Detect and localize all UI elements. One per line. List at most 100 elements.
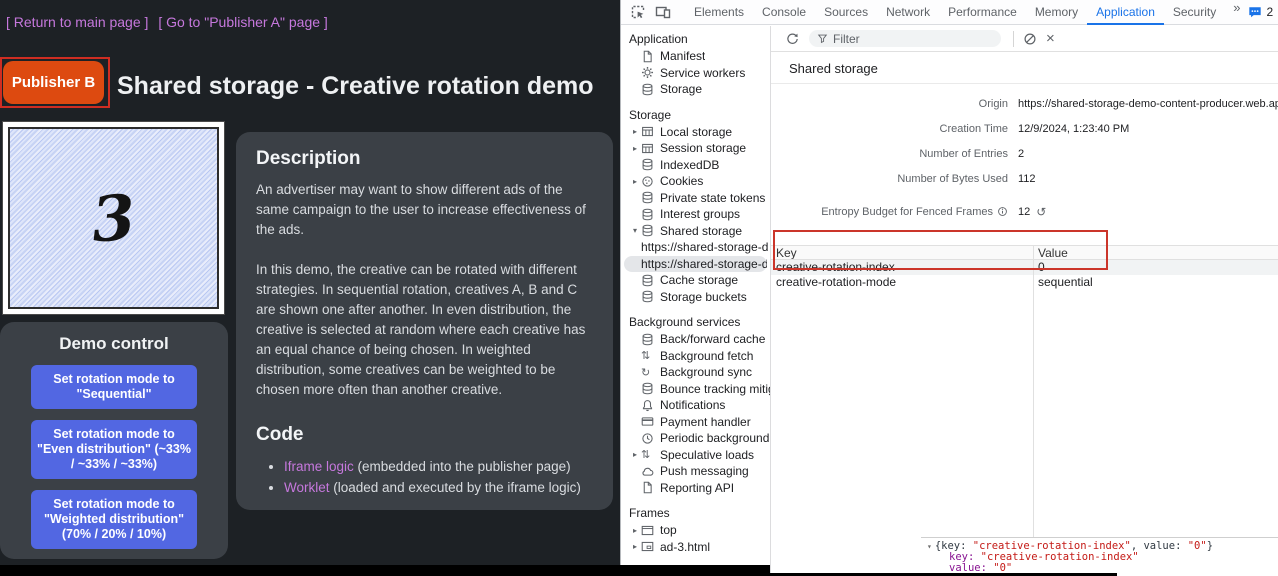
sidebar-section-application: Application — [621, 31, 770, 48]
devtools-tabbar: Elements Console Sources Network Perform… — [621, 0, 1278, 25]
delete-selected-icon[interactable]: × — [1046, 31, 1055, 46]
issues-count: 2 — [1266, 5, 1273, 19]
file-icon — [641, 50, 654, 63]
chevron-right-icon[interactable]: ▸ — [629, 127, 641, 136]
sidebar-item-back-forward-cache[interactable]: Back/forward cache — [621, 331, 770, 348]
list-item: Iframe logic (embedded into the publishe… — [284, 456, 593, 477]
tab-application[interactable]: Application — [1087, 0, 1164, 25]
sidebar-item-payment-handler[interactable]: Payment handler — [621, 414, 770, 431]
sidebar-item-manifest[interactable]: Manifest — [621, 48, 770, 65]
tab-security[interactable]: Security — [1164, 0, 1225, 25]
chevron-right-icon[interactable]: ▸ — [629, 177, 641, 186]
table-row-creative-rotation-index[interactable]: creative-rotation-index 0 — [771, 260, 1278, 275]
chevron-right-icon[interactable]: ▸ — [629, 526, 641, 535]
tab-memory[interactable]: Memory — [1026, 0, 1087, 25]
sidebar-item-session-storage[interactable]: ▸Session storage — [621, 140, 770, 157]
creative-number: 3 — [89, 180, 137, 256]
sidebar-item-background-fetch[interactable]: ⇅Background fetch — [621, 348, 770, 365]
demo-control-panel: Demo control Set rotation mode to "Seque… — [0, 322, 228, 559]
sidebar-item-notifications[interactable]: Notifications — [621, 397, 770, 414]
sidebar-item-shared-storage[interactable]: ▾Shared storage — [621, 223, 770, 240]
return-to-main-page-link[interactable]: [ Return to main page ] — [6, 14, 148, 30]
filter-box[interactable] — [809, 30, 1001, 47]
iframe-logic-link[interactable]: Iframe logic — [284, 459, 354, 474]
chevron-right-icon[interactable]: ▸ — [629, 542, 641, 551]
description-paragraph-2: In this demo, the creative can be rotate… — [256, 260, 593, 400]
issues-indicator[interactable]: 2 — [1248, 5, 1273, 19]
set-sequential-button[interactable]: Set rotation mode to "Sequential" — [31, 365, 197, 409]
sidebar-item-cookies[interactable]: ▸Cookies — [621, 173, 770, 190]
tab-elements[interactable]: Elements — [685, 0, 753, 25]
ad-creative: 3 — [8, 127, 219, 309]
sidebar-item-indexeddb[interactable]: IndexedDB — [621, 157, 770, 174]
tabbar-right-controls: 2 ⋮ × — [1248, 4, 1278, 20]
sidebar-item-bounce-tracking-mitigations[interactable]: Bounce tracking mitiga… — [621, 381, 770, 398]
publisher-b-badge[interactable]: Publisher B — [3, 61, 104, 104]
origin-value: https://shared-storage-demo-content-prod… — [1018, 98, 1278, 110]
sidebar-section-background-services: Background services — [621, 314, 770, 331]
go-to-publisher-a-link[interactable]: [ Go to "Publisher A" page ] — [158, 14, 327, 30]
sidebar-item-shared-storage-origin-1[interactable]: https://shared-storage-d… — [621, 239, 770, 256]
sidebar-item-speculative-loads[interactable]: ▸⇅Speculative loads — [621, 447, 770, 464]
sidebar-item-storage-buckets[interactable]: Storage buckets — [621, 289, 770, 306]
reset-budget-icon[interactable]: ↺ — [1036, 205, 1046, 219]
expanded-triangle-icon[interactable]: ▾ — [927, 542, 932, 551]
up-down-arrows-icon: ⇅ — [641, 448, 654, 461]
database-icon — [641, 83, 654, 96]
code-heading: Code — [256, 424, 593, 446]
screenshot-stage: [ Return to main page ] [ Go to "Publish… — [0, 0, 1278, 576]
frame-icon — [641, 524, 654, 537]
payment-card-icon — [641, 415, 654, 428]
sidebar-item-cache-storage[interactable]: Cache storage — [621, 272, 770, 289]
info-icon[interactable] — [997, 206, 1008, 217]
set-even-distribution-button[interactable]: Set rotation mode to "Even distribution"… — [31, 420, 197, 479]
chevron-down-icon[interactable]: ▾ — [629, 226, 641, 235]
worklet-link[interactable]: Worklet — [284, 480, 330, 495]
description-paragraph-1: An advertiser may want to show different… — [256, 180, 593, 240]
more-tabs-icon[interactable]: » — [1225, 0, 1248, 25]
sidebar-item-push-messaging[interactable]: Push messaging — [621, 463, 770, 480]
sidebar-item-reporting-api[interactable]: Reporting API — [621, 480, 770, 497]
refresh-icon[interactable] — [785, 32, 799, 46]
sidebar-item-storage[interactable]: Storage — [621, 81, 770, 98]
sidebar-section-storage: Storage — [621, 107, 770, 124]
tab-network[interactable]: Network — [877, 0, 939, 25]
inspect-element-icon[interactable] — [630, 4, 646, 20]
service-worker-icon — [641, 66, 654, 79]
tab-sources[interactable]: Sources — [815, 0, 877, 25]
table-icon — [641, 125, 654, 138]
device-toolbar-icon[interactable] — [655, 4, 671, 20]
sidebar-item-shared-storage-origin-2-selected[interactable]: https://shared-storage-d… — [624, 256, 767, 273]
table-row-creative-rotation-mode[interactable]: creative-rotation-mode sequential — [771, 275, 1278, 290]
metadata-row-creation-time: Creation Time 12/9/2024, 1:23:40 PM — [771, 116, 1278, 141]
sidebar-item-frame-ad-3[interactable]: ▸ad-3.html — [621, 539, 770, 556]
iframe-logic-note: (embedded into the publisher page) — [354, 459, 571, 474]
sidebar-item-background-sync[interactable]: ↻Background sync — [621, 364, 770, 381]
filter-input[interactable] — [833, 32, 983, 46]
sidebar-item-service-workers[interactable]: Service workers — [621, 65, 770, 82]
page-title: Shared storage - Creative rotation demo — [117, 72, 594, 101]
up-down-arrows-icon: ⇅ — [641, 349, 654, 362]
sidebar-item-periodic-background-sync[interactable]: Periodic background s… — [621, 430, 770, 447]
key-column-header[interactable]: Key — [771, 246, 1033, 259]
tab-performance[interactable]: Performance — [939, 0, 1026, 25]
code-links-list: Iframe logic (embedded into the publishe… — [284, 456, 593, 498]
chevron-right-icon[interactable]: ▸ — [629, 144, 641, 153]
ad-creative-iframe: 3 — [2, 121, 225, 315]
sidebar-item-private-state-tokens[interactable]: Private state tokens — [621, 190, 770, 207]
sidebar-item-local-storage[interactable]: ▸Local storage — [621, 124, 770, 141]
sidebar-item-frame-top[interactable]: ▸top — [621, 522, 770, 539]
letterbox-bar — [0, 565, 770, 576]
set-weighted-distribution-button[interactable]: Set rotation mode to "Weighted distribut… — [31, 490, 197, 549]
list-item: Worklet (loaded and executed by the ifra… — [284, 477, 593, 498]
database-icon — [641, 274, 654, 287]
sidebar-item-interest-groups[interactable]: Interest groups — [621, 206, 770, 223]
column-divider[interactable] — [1033, 246, 1034, 537]
value-column-header[interactable]: Value — [1033, 246, 1278, 259]
clear-all-icon[interactable] — [1023, 32, 1037, 46]
tab-console[interactable]: Console — [753, 0, 815, 25]
panel-toolbar: × — [771, 26, 1278, 52]
file-icon — [641, 481, 654, 494]
chevron-right-icon[interactable]: ▸ — [629, 450, 641, 459]
database-icon — [641, 208, 654, 221]
